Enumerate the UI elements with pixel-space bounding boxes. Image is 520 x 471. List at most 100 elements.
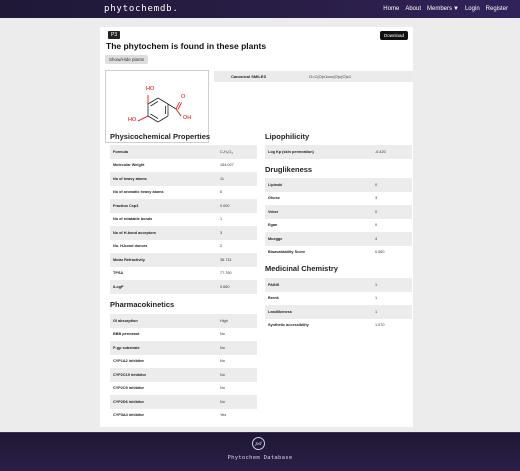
row-value: C₇H₆O₄: [220, 149, 233, 154]
row-value: 0: [375, 209, 378, 214]
table-row: BBB permeant No: [110, 328, 257, 342]
row-value: 1.070: [375, 323, 385, 328]
table-row: CYP2D6 inhibitor No: [110, 395, 257, 409]
row-value: 3: [220, 230, 223, 235]
row-label: Formula: [113, 149, 128, 154]
row-label: Log Kp (skin permeation): [268, 149, 314, 154]
table-row: Leadlikeness 1: [265, 305, 412, 319]
table-row: Fraction Csp3 0.000: [110, 199, 257, 213]
table-row: No of H-bond acceptors 3: [110, 226, 257, 240]
row-label: TPSA: [113, 271, 124, 276]
table-row: No of aromatic heavy atoms 6: [110, 186, 257, 200]
table-row: No. H-bond donors 2: [110, 240, 257, 254]
atom-label: HO: [128, 117, 137, 123]
nav-home-link[interactable]: Home: [383, 6, 399, 12]
row-label: GI absorption: [113, 318, 138, 323]
row-label: Leadlikeness: [268, 309, 292, 314]
table-row: Bioavailability Score 0.560: [265, 246, 412, 260]
table-row: CYP3A4 inhibitor Yes: [110, 409, 257, 423]
row-value: 6: [220, 190, 223, 195]
row-value: Yes: [220, 413, 227, 418]
row-value: No: [220, 386, 225, 391]
row-label: No of aromatic heavy atoms: [113, 190, 164, 195]
table-row: P-gp substrate No: [110, 341, 257, 355]
row-label: CYP2C9 inhibitor: [113, 386, 145, 391]
row-value: No: [220, 359, 225, 364]
table-row: Muegge 4: [265, 232, 412, 246]
row-label: Ghose: [268, 196, 280, 201]
row-value: 2: [220, 244, 223, 249]
brand-logo[interactable]: phytochemdb.: [104, 4, 179, 14]
table-row: Synthetic accessibility 1.070: [265, 319, 412, 333]
atom-label: OH: [183, 115, 191, 121]
row-label: CYP2C19 inhibitor: [113, 372, 147, 377]
smiles-value: O=C(O)c1ccc(O)c(O)c1: [309, 74, 352, 79]
table-row: Ghose 3: [265, 192, 412, 206]
show-hide-plants-button[interactable]: Show/Hide plants: [105, 55, 149, 64]
row-label: iLogP: [113, 284, 124, 289]
nav-members-dropdown[interactable]: Members▼: [427, 6, 459, 12]
table-row: PAINS 1: [265, 278, 412, 292]
row-label: Molar Refractivity: [113, 257, 145, 262]
row-value: No: [220, 332, 225, 337]
row-value: 1: [375, 296, 378, 301]
row-value: 0.000: [220, 203, 230, 208]
table-row: Veber 0: [265, 205, 412, 219]
row-label: No of H-bond acceptors: [113, 230, 157, 235]
row-label: No. H-bond donors: [113, 244, 148, 249]
row-value: 1: [220, 217, 223, 222]
row-value: 0.660: [220, 284, 230, 289]
row-label: No of heavy atoms: [113, 176, 147, 181]
pharmacokinetics-title: Pharmacokinetics: [110, 300, 175, 309]
row-label: CYP3A4 inhibitor: [113, 413, 145, 418]
row-label: Veber: [268, 209, 279, 214]
smiles-row: Canonical SMILES O=C(O)c1ccc(O)c(O)c1: [214, 71, 413, 82]
row-label: Fraction Csp3: [113, 203, 139, 208]
physchem-title: Physicochemical Properties: [110, 132, 211, 141]
medchem-title: Medicinal Chemistry: [265, 264, 338, 273]
page-title: The phytochem is found in these plants: [106, 41, 267, 51]
row-value: 1: [375, 282, 378, 287]
atom-label: HO: [146, 86, 155, 92]
row-value: 0: [375, 223, 378, 228]
table-row: Molecular Weight 154.027: [110, 159, 257, 173]
download-button[interactable]: Download: [379, 31, 408, 40]
table-row: Molar Refractivity 36.731: [110, 253, 257, 267]
row-label: No of rotatable bonds: [113, 217, 153, 222]
druglikeness-title: Druglikeness: [265, 165, 313, 174]
top-navbar: phytochemdb. Home About Members▼ Login R…: [0, 0, 520, 18]
table-row: No of heavy atoms 11: [110, 172, 257, 186]
nav-login-link[interactable]: Login: [465, 6, 480, 12]
site-footer: pd Phytochem Database: [0, 432, 520, 471]
atom-label: O: [181, 94, 186, 100]
nav-about-link[interactable]: About: [405, 6, 421, 12]
table-row: GI absorption High: [110, 314, 257, 328]
compound-card: P3 Download The phytochem is found in th…: [100, 27, 413, 427]
physchem-table: Formula C₇H₆O₄ Molecular Weight 154.027 No o…: [110, 145, 257, 294]
row-value: 36.731: [220, 257, 232, 262]
row-value: 77.760: [220, 271, 232, 276]
row-value: 154.027: [220, 163, 234, 168]
row-label: P-gp substrate: [113, 345, 140, 350]
table-row: iLogP 0.660: [110, 280, 257, 294]
row-label: Brenk: [268, 296, 279, 301]
row-value: 1: [375, 309, 378, 314]
row-value: 3: [375, 196, 378, 201]
row-value: -6.420: [375, 149, 386, 154]
nav-register-link[interactable]: Register: [486, 6, 508, 12]
row-label: Molecular Weight: [113, 163, 145, 168]
row-label: Egan: [268, 223, 278, 228]
row-value: 0: [375, 182, 378, 187]
table-row: No of rotatable bonds 1: [110, 213, 257, 227]
row-value: 0.560: [375, 250, 385, 255]
table-row: CYP2C9 inhibitor No: [110, 382, 257, 396]
row-label: Bioavailability Score: [268, 250, 306, 255]
lipophilicity-table: Log Kp (skin permeation) -6.420: [265, 145, 412, 159]
table-row: Egan 0: [265, 219, 412, 233]
pharmacokinetics-table: GI absorption High BBB permeant No P-gp subs…: [110, 314, 257, 422]
table-row: CYP2C19 inhibitor No: [110, 368, 257, 382]
compound-id-badge: P3: [108, 31, 121, 39]
row-value: 11: [220, 176, 224, 181]
row-label: BBB permeant: [113, 332, 140, 337]
row-value: No: [220, 345, 225, 350]
